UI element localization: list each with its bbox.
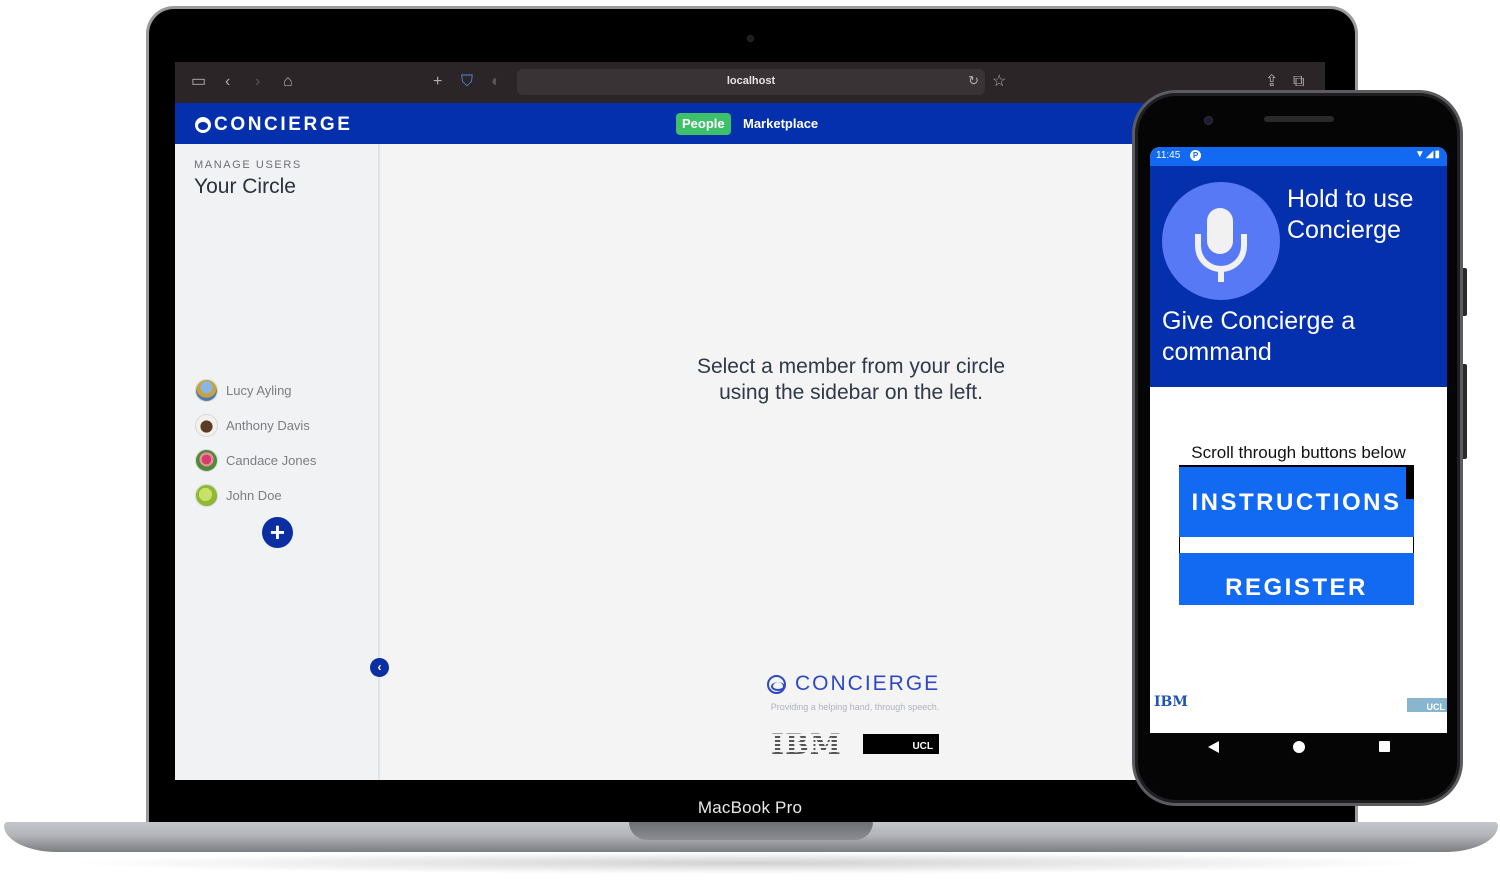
avatar (195, 414, 218, 437)
voice-command-panel[interactable]: Hold to use Concierge Give Concierge a c… (1150, 166, 1447, 387)
status-bar: 11:45 P ▼◢▮ (1150, 147, 1447, 166)
bookmark-star-icon[interactable]: ☆ (992, 73, 1006, 91)
member-name: Lucy Ayling (226, 383, 292, 398)
add-member-button[interactable]: + (262, 517, 293, 548)
collapse-sidebar-button[interactable]: ‹ (370, 658, 389, 677)
avatar (195, 379, 218, 402)
reader-icon[interactable]: ◐ (491, 73, 501, 91)
address-bar[interactable]: localhost ↻ (517, 69, 985, 95)
list-divider (1179, 537, 1414, 553)
footer-brand: CONCIERGE (767, 672, 940, 696)
plus-icon: + (269, 517, 286, 547)
empty-state-message: Select a member from your circle using t… (696, 355, 1006, 404)
ucl-logo: UCL (1407, 698, 1447, 712)
instructions-button[interactable]: INSTRUCTIONS (1179, 467, 1414, 537)
tabs-icon[interactable]: ⧉ (1293, 73, 1304, 91)
back-triangle-icon[interactable] (1208, 741, 1219, 753)
chevron-left-icon: ‹ (377, 660, 382, 674)
ibm-logo: IBM (1154, 694, 1188, 710)
new-tab-icon[interactable]: + (433, 73, 442, 91)
tab-marketplace[interactable]: Marketplace (743, 113, 818, 135)
tab-people[interactable]: People (676, 113, 731, 135)
ibm-logo: IBM (771, 728, 842, 761)
member-name: Anthony Davis (226, 418, 310, 433)
command-prompt: Give Concierge a command (1162, 307, 1356, 366)
url-text: localhost (726, 75, 776, 87)
shield-icon[interactable]: ⛉ (461, 73, 473, 91)
circle-sidebar: MANAGE USERS Your Circle Lucy Ayling Ant… (175, 144, 380, 780)
laptop-notch (629, 822, 873, 840)
member-item[interactable]: John Doe (195, 484, 282, 507)
android-nav-bar (1150, 733, 1447, 779)
system-status-icons: ▼◢▮ (1414, 149, 1441, 160)
phone-camera (1204, 116, 1213, 125)
hold-to-talk-button[interactable] (1162, 182, 1280, 300)
recents-square-icon[interactable] (1379, 741, 1390, 752)
home-icon[interactable]: ⌂ (283, 73, 293, 91)
phone-frame: 11:45 P ▼◢▮ Hold to use Concierge Give C… (1132, 90, 1463, 806)
back-icon[interactable]: ‹ (225, 73, 230, 91)
sidebar-title: Your Circle (194, 175, 296, 198)
laptop-shadow (60, 852, 1440, 874)
sidebar-eyebrow: MANAGE USERS (194, 159, 302, 171)
status-time: 11:45 (1156, 150, 1181, 161)
app-notification-icon: P (1190, 150, 1201, 161)
laptop-camera (747, 35, 754, 42)
avatar (195, 449, 218, 472)
member-item[interactable]: Candace Jones (195, 449, 316, 472)
phone-speaker (1264, 116, 1334, 122)
forward-icon[interactable]: › (255, 73, 260, 91)
footer-tagline: Providing a helping hand, through speech… (770, 702, 940, 712)
reload-icon[interactable]: ↻ (968, 73, 979, 89)
member-item[interactable]: Lucy Ayling (195, 379, 292, 402)
brand-name: CONCIERGE (214, 114, 353, 135)
sidebar-toggle-icon[interactable]: ▭ (191, 73, 206, 91)
scroll-hint: Scroll through buttons below (1191, 443, 1406, 462)
list-scrollbar[interactable] (1406, 467, 1414, 499)
concierge-face-icon (767, 674, 786, 694)
avatar (195, 484, 218, 507)
concierge-face-icon (195, 117, 211, 133)
ucl-logo: UCL (863, 734, 939, 754)
share-icon[interactable]: ⇪ (1265, 73, 1278, 91)
home-circle-icon[interactable] (1293, 741, 1305, 753)
member-name: John Doe (226, 488, 282, 503)
device-mockup: MacBook Pro ▭ ‹ › ⌂ + ⛉ ◐ localhost ↻ ☆ … (0, 0, 1500, 890)
brand-logo[interactable]: CONCIERGE (195, 114, 352, 136)
phone-screen: 11:45 P ▼◢▮ Hold to use Concierge Give C… (1150, 147, 1447, 733)
register-button[interactable]: REGISTER (1179, 553, 1414, 605)
member-name: Candace Jones (226, 453, 317, 468)
hold-instruction: Hold to use Concierge (1287, 185, 1414, 244)
footer-brand-name: CONCIERGE (795, 672, 941, 695)
member-item[interactable]: Anthony Davis (195, 414, 310, 437)
button-list[interactable]: INSTRUCTIONS REGISTER (1179, 465, 1414, 605)
